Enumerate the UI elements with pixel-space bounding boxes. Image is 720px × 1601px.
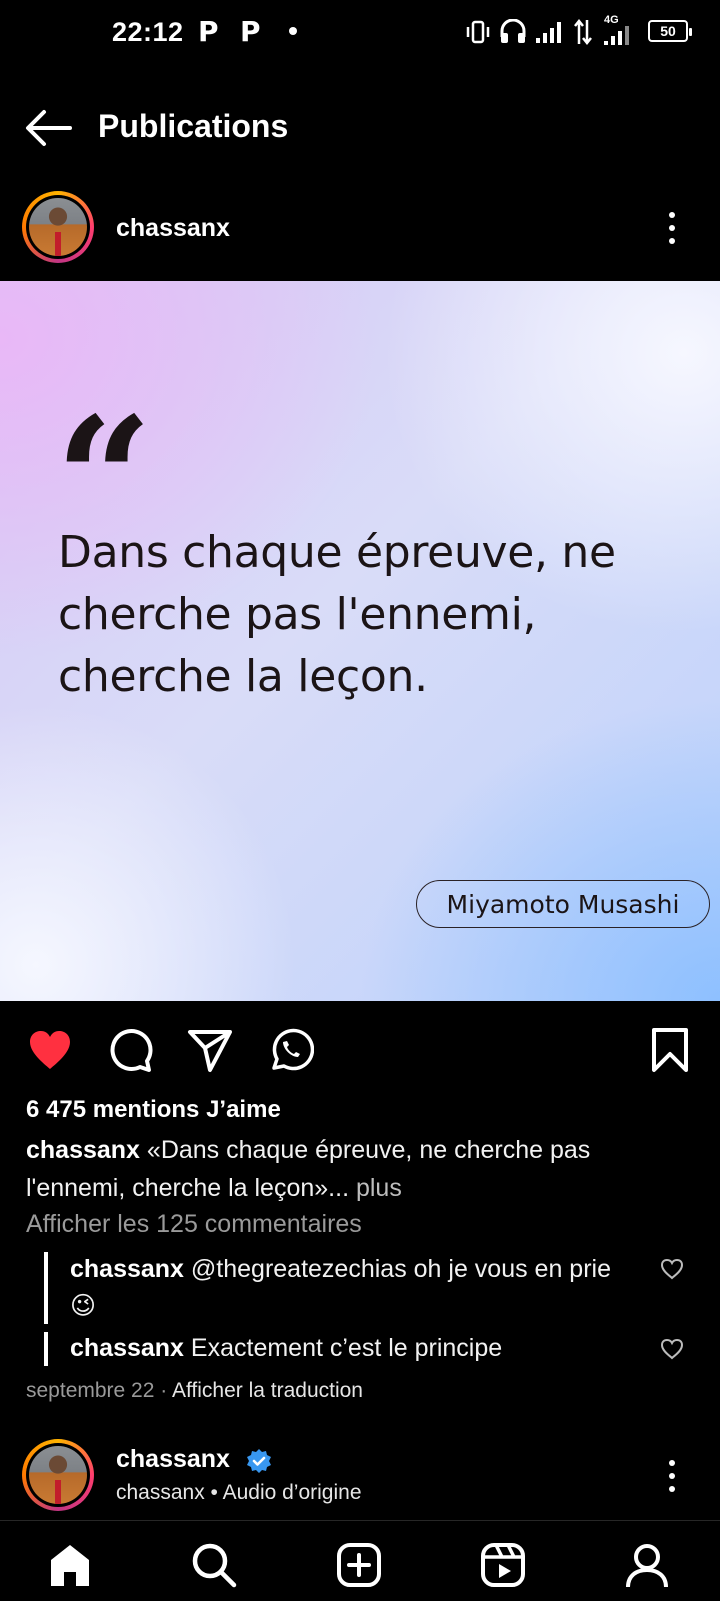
- comment-like-heart-icon[interactable]: [660, 1258, 684, 1280]
- comment-thread-line: [44, 1332, 48, 1366]
- quote-author-badge: Miyamoto Musashi: [416, 880, 710, 928]
- reels-icon[interactable]: [478, 1540, 528, 1590]
- whatsapp-icon[interactable]: [266, 1026, 314, 1074]
- like-heart-icon[interactable]: [26, 1026, 74, 1074]
- next-post-audio-subtitle[interactable]: chassanx • Audio d’origine: [116, 1481, 362, 1505]
- comment-username[interactable]: chassanx: [70, 1255, 184, 1283]
- next-post-username[interactable]: chassanx: [116, 1445, 230, 1474]
- caption-username[interactable]: chassanx: [26, 1136, 140, 1164]
- quote-text: Dans chaque épreuve, ne cherche pas l'en…: [58, 527, 616, 702]
- comment-item[interactable]: chassanx Exactement c’est le principe: [70, 1330, 630, 1367]
- avatar[interactable]: [22, 191, 94, 263]
- view-all-comments-link[interactable]: Afficher les 125 commentaires: [26, 1210, 362, 1239]
- comment-text: @thegreatezechias oh je vous en prie: [183, 1255, 611, 1283]
- search-icon[interactable]: [189, 1540, 239, 1590]
- wink-emoji: 😉: [70, 1292, 97, 1320]
- post-caption[interactable]: chassanx «Dans chaque épreuve, ne cherch…: [26, 1131, 686, 1207]
- comment-item[interactable]: chassanx @thegreatezechias oh je vous en…: [70, 1251, 630, 1325]
- avatar-photo: [29, 1446, 87, 1504]
- more-options-icon[interactable]: [668, 1460, 676, 1492]
- back-arrow-icon[interactable]: [24, 108, 72, 148]
- status-bar: 22:12 P P 4G 50: [0, 0, 720, 62]
- profile-icon[interactable]: [622, 1540, 672, 1590]
- battery-icon: 50: [648, 20, 692, 42]
- notification-dot-icon: [289, 27, 297, 35]
- signal-icon: [536, 22, 561, 43]
- comment-thread-line: [44, 1252, 48, 1324]
- more-options-icon[interactable]: [668, 212, 676, 244]
- data-transfer-icon: [574, 18, 592, 46]
- create-post-icon[interactable]: [334, 1540, 384, 1590]
- page-title: Publications: [98, 108, 289, 144]
- post-date: septembre 22: [26, 1379, 155, 1402]
- home-icon[interactable]: [45, 1540, 95, 1590]
- share-send-icon[interactable]: [186, 1026, 234, 1074]
- comment-username[interactable]: chassanx: [70, 1334, 184, 1362]
- notification-p-icon: P: [198, 15, 219, 48]
- avatar[interactable]: [22, 1439, 94, 1511]
- separator: ·: [154, 1379, 172, 1402]
- vibrate-icon: [466, 20, 490, 44]
- caption-more-link[interactable]: plus: [349, 1174, 402, 1202]
- quote-mark-icon: “: [55, 380, 153, 580]
- network-type-label: 4G: [604, 14, 619, 26]
- translate-link[interactable]: Afficher la traduction: [172, 1379, 363, 1402]
- signal-4g-icon: [604, 26, 629, 45]
- headphones-icon: [500, 19, 526, 43]
- bookmark-icon[interactable]: [646, 1026, 694, 1074]
- notification-p-icon: P: [240, 15, 261, 48]
- post-date-line: septembre 22 · Afficher la traduction: [26, 1379, 363, 1403]
- likes-count[interactable]: 6 475 mentions J’aime: [26, 1096, 281, 1124]
- comment-icon[interactable]: [106, 1026, 154, 1074]
- verified-badge-icon: [247, 1449, 271, 1473]
- avatar-photo: [29, 198, 87, 256]
- comment-like-heart-icon[interactable]: [660, 1338, 684, 1360]
- post-username[interactable]: chassanx: [116, 214, 230, 243]
- status-time: 22:12: [112, 17, 184, 47]
- comment-text: Exactement c’est le principe: [183, 1334, 503, 1362]
